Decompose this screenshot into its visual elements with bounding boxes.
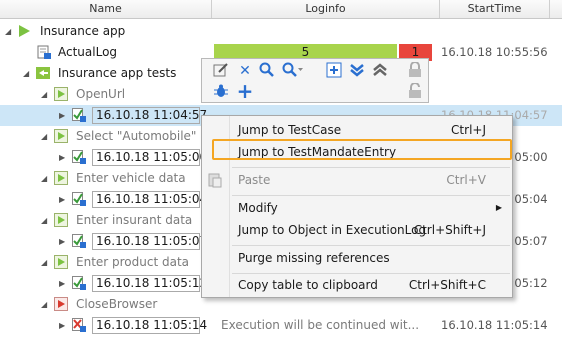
add-icon[interactable]: + [236, 81, 254, 101]
testcase-passed-icon [54, 87, 68, 101]
error-entry-icon [72, 318, 86, 332]
mini-toolbar: ✕ + [201, 58, 429, 103]
unlock-icon[interactable] [406, 82, 424, 101]
expand-arrow-icon[interactable]: ▶ [59, 231, 65, 252]
column-header: Name Loginfo StartTime [0, 0, 562, 19]
check-entry-icon [72, 234, 86, 248]
menu-item-label: Purge missing references [238, 251, 390, 265]
menu-separator [232, 167, 510, 168]
expand-all-icon[interactable] [325, 62, 343, 80]
menu-item-label: Copy table to clipboard [238, 278, 378, 292]
highlight-frame [212, 139, 512, 160]
testcase-passed-icon [54, 213, 68, 227]
menu-separator [232, 245, 510, 246]
node-label: CloseBrowser [76, 297, 158, 311]
menu-item-label: Jump to TestCase [238, 123, 342, 137]
menu-item-label: Jump to Object in ExecutionLog [238, 223, 427, 237]
menu-item-shortcut: Ctrl+Shift+J [413, 223, 486, 237]
bug-icon[interactable] [212, 83, 230, 101]
collapse-arrow-icon[interactable]: ◢ [41, 210, 47, 231]
expand-arrow-icon[interactable]: ▶ [59, 315, 65, 336]
check-entry-icon [72, 108, 86, 122]
column-starttime[interactable]: StartTime [440, 0, 550, 18]
menu-item-purge[interactable]: Purge missing references [202, 247, 512, 269]
submenu-arrow-icon: ▶ [495, 203, 502, 212]
start-time: 16.10.18 11:05:14 [441, 318, 548, 332]
start-time: 16.10.18 10:55:56 [441, 45, 548, 59]
entry-time: 16.10.18 11:05:12 [92, 275, 207, 292]
entry-time: 16.10.18 11:05:14 [92, 317, 207, 334]
testcase-failed-icon [54, 297, 68, 311]
edit-icon[interactable] [212, 62, 230, 80]
entry-time: 16.10.18 11:04:57 [92, 107, 207, 124]
collapse-arrow-icon[interactable]: ◢ [5, 21, 11, 42]
menu-item-label: Modify [238, 201, 278, 215]
tree-row-entry[interactable]: ▶ 16.10.18 11:05:14 Execution will be co… [0, 315, 562, 336]
execution-run-icon [19, 25, 30, 37]
collapse-arrow-icon[interactable]: ◢ [41, 84, 47, 105]
lock-icon[interactable] [406, 61, 424, 80]
menu-item-shortcut: Ctrl+J [451, 123, 486, 137]
check-entry-icon [72, 192, 86, 206]
entry-time: 16.10.18 11:05:04 [92, 191, 207, 208]
menu-item-jump-testcase[interactable]: Jump to TestCase Ctrl+J [202, 119, 512, 141]
collapse-arrow-icon[interactable]: ◢ [41, 168, 47, 189]
menu-item-modify[interactable]: Modify ▶ [202, 197, 512, 219]
search-dropdown-icon[interactable] [282, 62, 303, 80]
loginfo-text: Execution will be continued wit... [221, 318, 420, 332]
entry-time: 16.10.18 11:05:00 [92, 149, 207, 166]
column-loginfo[interactable]: Loginfo [212, 0, 440, 18]
collapse-arrow-icon[interactable]: ◢ [41, 126, 47, 147]
testcase-passed-icon [54, 129, 68, 143]
actuallog-label: ActualLog [58, 45, 118, 59]
root-label: Insurance app [40, 24, 126, 38]
menu-item-paste[interactable]: Paste Ctrl+V [202, 169, 512, 191]
entry-time: 16.10.18 11:05:07 [92, 233, 207, 250]
collapse-arrow-icon[interactable]: ◢ [41, 294, 47, 315]
node-label: Enter vehicle data [76, 171, 186, 185]
folder-run-icon [36, 67, 50, 79]
check-entry-icon [72, 150, 86, 164]
testcase-passed-icon [54, 171, 68, 185]
menu-item-shortcut: Ctrl+V [446, 173, 486, 187]
delete-icon[interactable]: ✕ [236, 62, 254, 80]
collapse-arrow-icon[interactable]: ◢ [23, 63, 29, 84]
expand-arrow-icon[interactable]: ▶ [59, 147, 65, 168]
menu-item-shortcut: Ctrl+Shift+C [408, 278, 486, 292]
node-label: Enter insurant data [76, 213, 193, 227]
node-label: Select "Automobile" [76, 129, 197, 143]
tests-label: Insurance app tests [58, 66, 177, 80]
menu-item-copy-table[interactable]: Copy table to clipboard Ctrl+Shift+C [202, 274, 512, 296]
collapse-arrow-icon[interactable]: ◢ [41, 252, 47, 273]
expand-arrow-icon[interactable]: ▶ [59, 105, 65, 126]
menu-item-label: Paste [238, 173, 271, 187]
log-icon [37, 45, 51, 59]
menu-item-jump-object[interactable]: Jump to Object in ExecutionLog Ctrl+Shif… [202, 219, 512, 241]
node-label: Enter product data [76, 255, 190, 269]
chevron-down-double-icon[interactable] [348, 62, 366, 80]
column-name[interactable]: Name [0, 0, 212, 18]
menu-separator [232, 195, 510, 196]
expand-arrow-icon[interactable]: ▶ [59, 189, 65, 210]
tree-row-root[interactable]: ◢ Insurance app [0, 21, 562, 42]
chevron-up-double-icon[interactable] [371, 62, 389, 80]
node-label: OpenUrl [76, 87, 126, 101]
paste-icon [208, 173, 222, 188]
testcase-passed-icon [54, 255, 68, 269]
search-icon[interactable] [258, 62, 276, 80]
check-entry-icon [72, 276, 86, 290]
expand-arrow-icon[interactable]: ▶ [59, 273, 65, 294]
